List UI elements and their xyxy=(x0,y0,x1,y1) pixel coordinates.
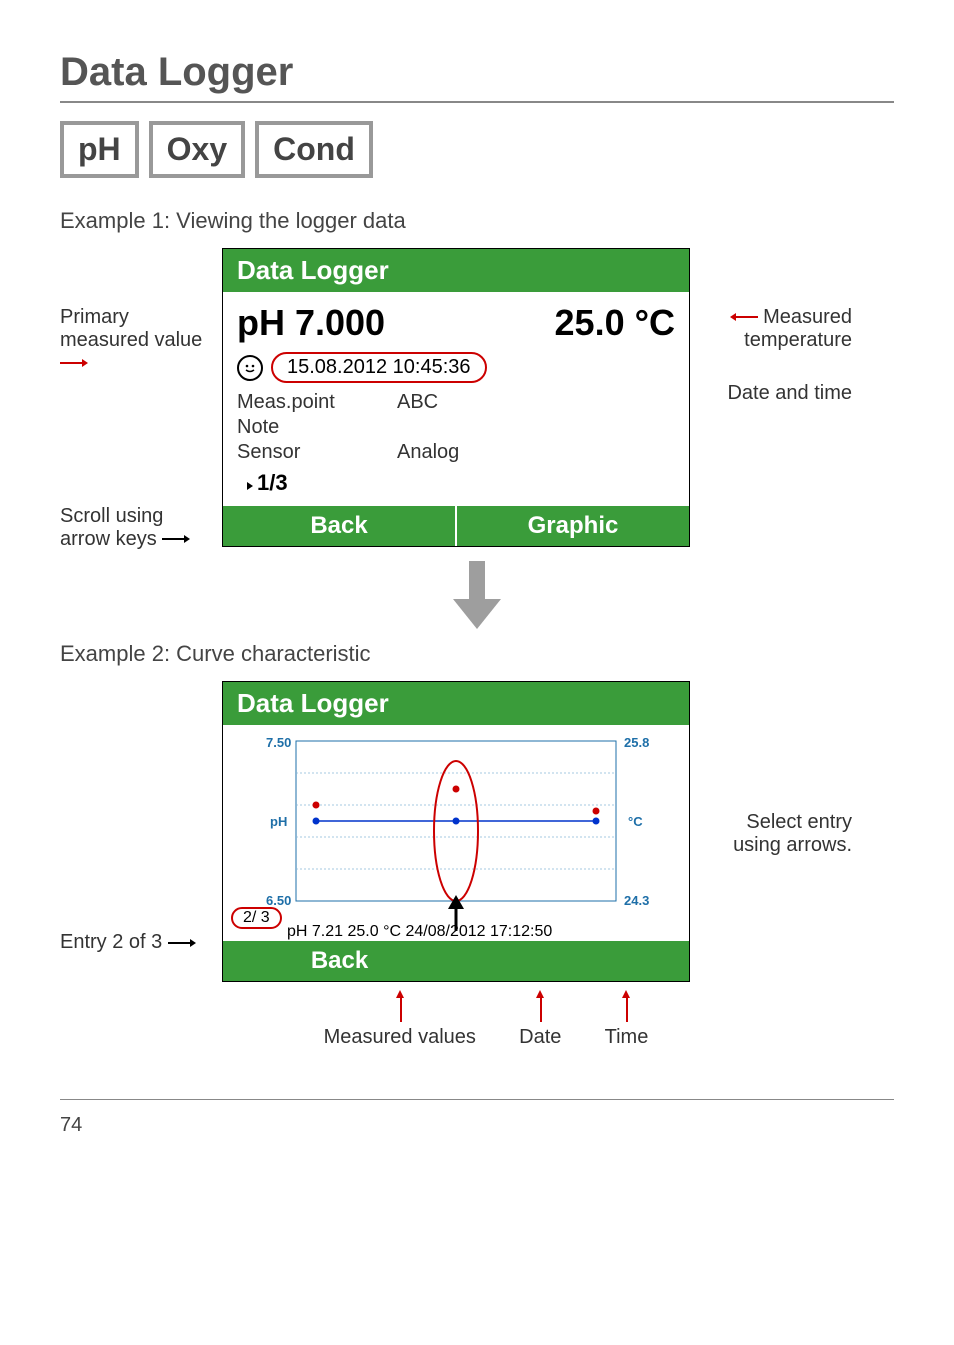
temp-point xyxy=(453,818,460,825)
tab-cond[interactable]: Cond xyxy=(255,121,373,178)
page-title: Data Logger xyxy=(60,50,894,95)
callout-date: Date xyxy=(519,1026,561,1049)
selection-ellipse xyxy=(434,761,478,901)
logger-screen-2: Data Logger 7.50 p xyxy=(222,681,690,982)
arrow-right-icon xyxy=(237,471,253,497)
primary-reading: pH 7.000 xyxy=(237,302,385,344)
ph-point xyxy=(593,808,600,815)
callout-time: Time xyxy=(605,1026,649,1049)
ann-select-entry: Select entry using arrows. xyxy=(702,681,852,857)
temp-max-label: 25.8 xyxy=(624,735,649,750)
ann-primary-value: Primary measured value xyxy=(60,306,210,375)
temp-axis-label: °C xyxy=(628,814,643,829)
ph-axis-label: pH xyxy=(270,814,287,829)
back-button[interactable]: Back xyxy=(223,941,456,981)
footer-filler xyxy=(456,941,689,981)
ph-max-label: 7.50 xyxy=(266,735,291,750)
screen1-header: Data Logger xyxy=(223,249,689,292)
temp-point xyxy=(593,818,600,825)
curve-chart: 7.50 pH 6.50 25.8 °C 24.3 xyxy=(233,731,679,941)
ph-point xyxy=(453,786,460,793)
tab-oxy[interactable]: Oxy xyxy=(149,121,245,178)
ann-scroll-arrows: Scroll using arrow keys xyxy=(60,505,210,551)
page-number: 74 xyxy=(60,1114,894,1137)
entry-info-line: pH 7.21 25.0 °C 24/08/2012 17:12:50 xyxy=(287,923,552,941)
row-measpoint: Meas.pointABC xyxy=(237,391,675,414)
example2-label: Example 2: Curve characteristic xyxy=(60,641,894,667)
ph-min-label: 6.50 xyxy=(266,893,291,908)
entry-counter-oval: 2/ 3 xyxy=(231,907,282,929)
divider xyxy=(60,101,894,103)
arrow-right-icon xyxy=(168,932,196,955)
ann-measured-temp: Measured temperature xyxy=(702,306,852,352)
ph-point xyxy=(313,802,320,809)
ann-datetime: Date and time xyxy=(702,382,852,405)
screen2-header: Data Logger xyxy=(223,682,689,725)
arrow-right-icon xyxy=(60,352,88,375)
temperature-reading: 25.0 °C xyxy=(555,302,675,344)
smiley-icon xyxy=(237,355,263,381)
arrow-left-icon xyxy=(730,306,758,329)
temp-min-label: 24.3 xyxy=(624,893,649,908)
back-button[interactable]: Back xyxy=(223,505,455,546)
tab-bar: pH Oxy Cond xyxy=(60,121,894,178)
example1-label: Example 1: Viewing the logger data xyxy=(60,208,894,234)
row-note: Note xyxy=(237,416,675,439)
flow-arrow-icon xyxy=(447,561,507,631)
datetime-highlight: 15.08.2012 10:45:36 xyxy=(271,352,487,383)
graphic-button[interactable]: Graphic xyxy=(455,505,689,546)
logger-screen-1: Data Logger pH 7.000 25.0 °C 15.08.2012 … xyxy=(222,248,690,547)
row-sensor: SensorAnalog xyxy=(237,441,675,464)
entry-counter: 1/3 xyxy=(237,470,675,497)
footer-divider xyxy=(60,1099,894,1100)
ann-entry-2of3: Entry 2 of 3 xyxy=(60,681,210,954)
arrow-right-icon xyxy=(162,528,190,551)
tab-ph[interactable]: pH xyxy=(60,121,139,178)
callout-values: Measured values xyxy=(324,1026,476,1049)
temp-point xyxy=(313,818,320,825)
